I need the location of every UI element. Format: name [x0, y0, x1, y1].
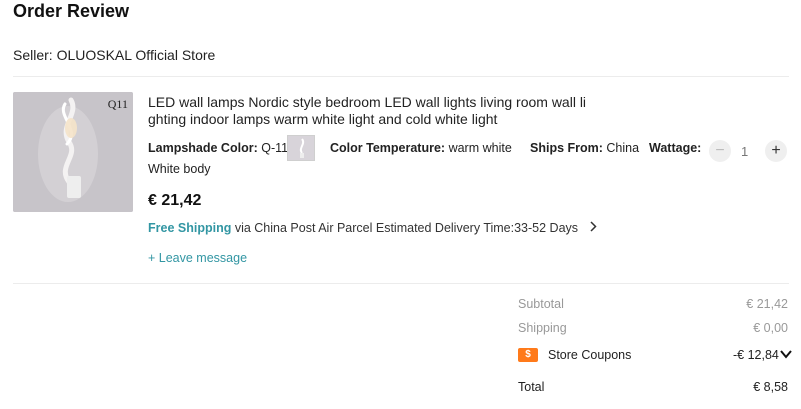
divider	[13, 283, 789, 284]
store-coupons-label: Store Coupons	[548, 348, 632, 362]
product-title-line: LED wall lamps Nordic style bedroom LED …	[148, 94, 587, 110]
delivery-time: Estimated Delivery Time:33-52 Days	[375, 221, 579, 235]
store-coupons-value: -€ 12,84	[733, 348, 779, 362]
attr-value: warm white	[448, 141, 512, 155]
total-label: Total	[518, 380, 545, 394]
leave-message-link[interactable]: + Leave message	[148, 251, 247, 265]
quantity-decrease-button[interactable]: −	[709, 140, 731, 162]
attr-value: China	[606, 141, 640, 155]
divider	[13, 76, 789, 77]
subtotal-label: Subtotal	[518, 297, 564, 311]
quantity-increase-button[interactable]: +	[765, 140, 787, 162]
attr-temperature: Color Temperature: warm white	[330, 141, 512, 155]
seller-name[interactable]: Seller: OLUOSKAL Official Store	[13, 47, 215, 63]
attr-ships-from: Ships From: China	[530, 141, 639, 155]
shipping-method: via China Post Air Parcel	[234, 221, 373, 235]
page-title: Order Review	[13, 1, 130, 21]
shipping-label: Shipping	[518, 321, 567, 335]
attr-key: Color Temperature:	[330, 141, 446, 155]
swatch-lamp-icon	[299, 138, 305, 158]
color-swatch	[287, 135, 315, 161]
shipping-info[interactable]: Free Shipping via China Post Air Parcel …	[148, 221, 597, 235]
attr-wattage: Wattage:	[649, 141, 701, 155]
subtotal-value: € 21,42	[746, 297, 788, 311]
chevron-down-icon[interactable]	[779, 347, 793, 361]
attr-lampshade: Lampshade Color: Q-11	[148, 141, 288, 155]
attr-key: Lampshade Color:	[148, 141, 258, 155]
product-price: € 21,42	[148, 192, 202, 209]
product-title[interactable]: LED wall lamps Nordic style bedroom LED …	[148, 94, 618, 128]
free-shipping-label: Free Shipping	[148, 221, 232, 235]
product-title-line: ghting indoor lamps warm white light and…	[148, 111, 498, 127]
attr-value: Q-11	[261, 141, 289, 155]
chevron-right-icon	[589, 221, 597, 235]
coupon-icon: $	[518, 348, 538, 362]
attr-body: White body	[148, 162, 211, 176]
attr-key: Ships From:	[530, 141, 603, 155]
total-value: € 8,58	[753, 380, 788, 394]
attr-key: Wattage:	[649, 141, 702, 155]
shipping-value: € 0,00	[753, 321, 788, 335]
image-badge: Q11	[107, 97, 128, 111]
quantity-value: 1	[741, 144, 749, 159]
product-image[interactable]: Q11	[13, 92, 133, 212]
